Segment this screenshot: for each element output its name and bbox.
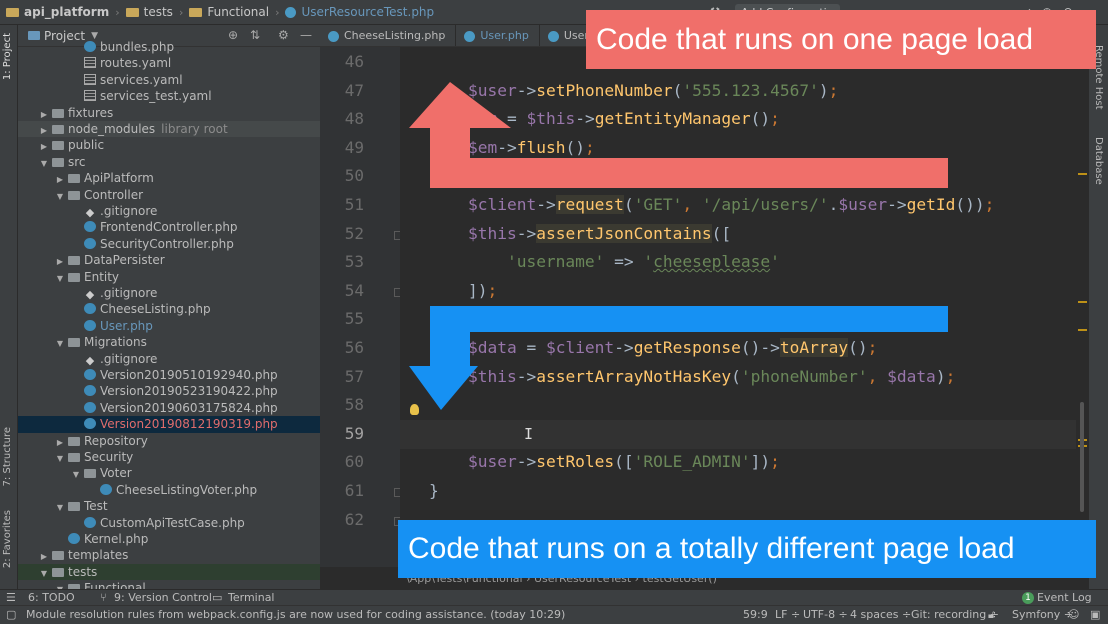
status-bar: ▢ Module resolution rules from webpack.c… bbox=[0, 605, 1108, 624]
caret-position[interactable]: 59:9 bbox=[743, 606, 768, 624]
inspector-icon[interactable]: ☺ bbox=[1068, 606, 1079, 624]
lock-icon[interactable]: 🔓︎ bbox=[988, 606, 995, 624]
callout-bottom: Code that runs on a totally different pa… bbox=[398, 520, 1096, 578]
tool-todo[interactable]: 6: TODO bbox=[28, 591, 75, 604]
status-message[interactable]: Module resolution rules from webpack.con… bbox=[26, 606, 565, 624]
status-toggle-icon[interactable]: ▢ bbox=[6, 606, 16, 624]
line-separator[interactable]: LF ÷ bbox=[775, 606, 800, 624]
tool-terminal[interactable]: Terminal bbox=[228, 591, 275, 604]
tool-event-log[interactable]: Event Log bbox=[1037, 591, 1092, 604]
framework-select[interactable]: Symfony ÷ bbox=[1012, 606, 1073, 624]
file-encoding[interactable]: UTF-8 ÷ bbox=[803, 606, 848, 624]
tool-version-control[interactable]: 9: Version Control bbox=[114, 591, 212, 604]
vcs-icon: ⑂ bbox=[100, 591, 107, 604]
todo-icon: ☰ bbox=[6, 591, 16, 604]
indent-setting[interactable]: 4 spaces ÷ bbox=[850, 606, 911, 624]
notifications-icon[interactable]: ▣ bbox=[1090, 606, 1100, 624]
git-branch[interactable]: Git: recording ÷ bbox=[911, 606, 999, 624]
tool-window-bar: ☰ 6: TODO ⑂ 9: Version Control ▭ Termina… bbox=[0, 589, 1108, 605]
terminal-icon: ▭ bbox=[212, 591, 223, 604]
callout-top: Code that runs on one page load bbox=[586, 10, 1096, 69]
event-log-count: 1 bbox=[1022, 592, 1034, 604]
